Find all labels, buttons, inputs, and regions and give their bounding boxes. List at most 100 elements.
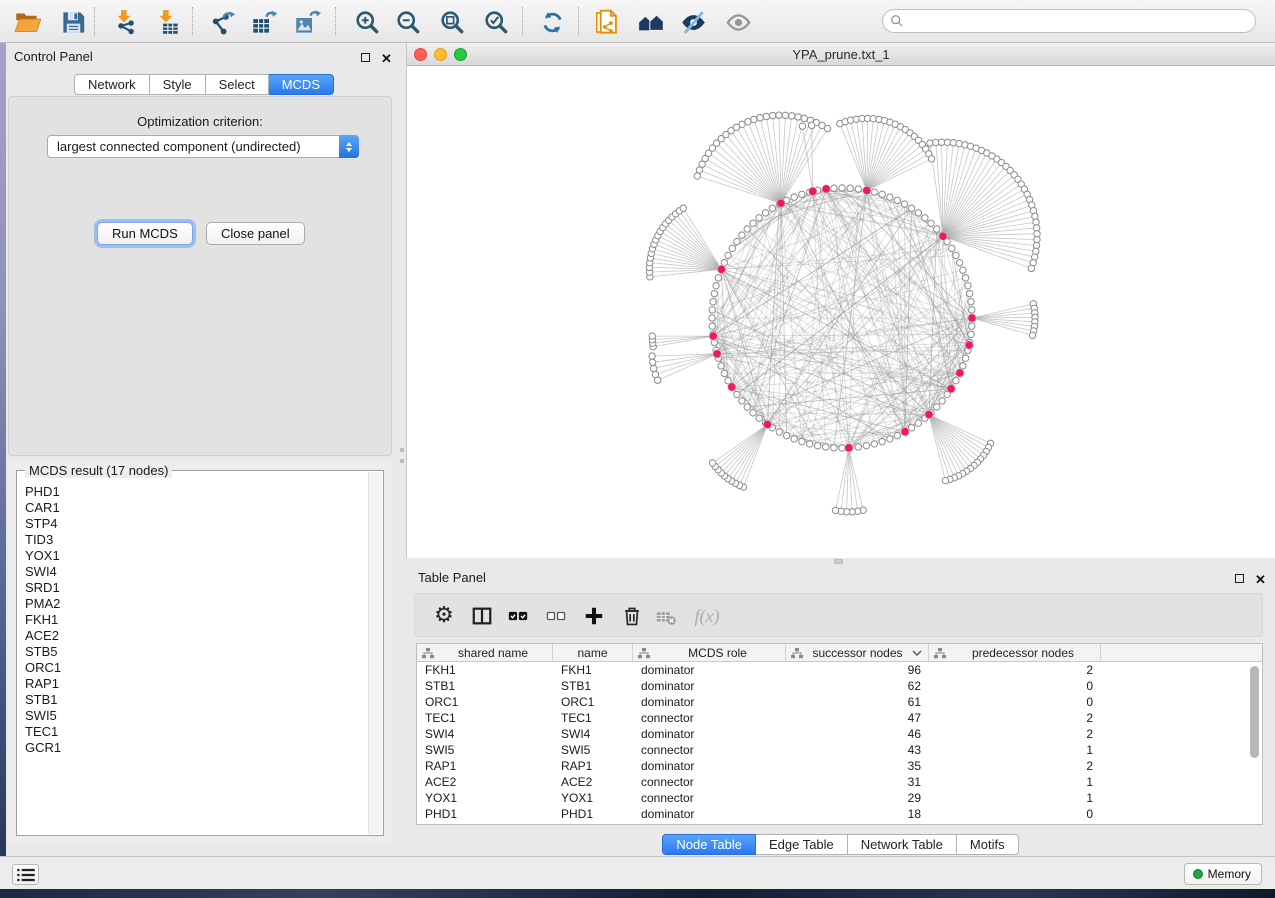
- column-header-mcds-role[interactable]: MCDS role: [633, 644, 786, 662]
- select-all-button[interactable]: [503, 602, 533, 630]
- graph-hub-node[interactable]: [901, 428, 909, 436]
- graph-node[interactable]: [942, 477, 948, 483]
- function-builder-button[interactable]: f(x): [687, 602, 727, 630]
- close-table-panel-button[interactable]: ✕: [1255, 572, 1266, 587]
- graph-node[interactable]: [713, 282, 719, 288]
- close-panel-action-button[interactable]: Close panel: [206, 222, 305, 245]
- split-columns-button[interactable]: [467, 602, 497, 630]
- graph-node[interactable]: [799, 191, 805, 197]
- graph-hub-node[interactable]: [965, 341, 973, 349]
- graph-node[interactable]: [756, 215, 762, 221]
- graph-node[interactable]: [769, 205, 775, 211]
- graph-node[interactable]: [795, 114, 801, 120]
- horizontal-splitter[interactable]: [834, 559, 843, 564]
- graph-node[interactable]: [953, 377, 959, 383]
- table-settings-button[interactable]: ⚙: [429, 602, 459, 630]
- graph-node[interactable]: [709, 460, 715, 466]
- eye-slash-button[interactable]: [676, 5, 710, 39]
- graph-node[interactable]: [652, 371, 658, 377]
- graph-node[interactable]: [908, 205, 914, 211]
- graph-node[interactable]: [908, 425, 914, 431]
- graph-node[interactable]: [968, 299, 974, 305]
- graph-node[interactable]: [879, 191, 885, 197]
- table-row[interactable]: TEC1TEC1connector472: [417, 710, 1262, 726]
- graph-node[interactable]: [799, 123, 805, 129]
- graph-node[interactable]: [915, 210, 921, 216]
- graph-node[interactable]: [744, 226, 750, 232]
- mcds-result-item[interactable]: SWI5: [25, 708, 368, 724]
- graph-node[interactable]: [734, 238, 740, 244]
- graph-node[interactable]: [799, 438, 805, 444]
- graph-node[interactable]: [887, 194, 893, 200]
- graph-hub-node[interactable]: [939, 232, 947, 240]
- graph-node[interactable]: [725, 252, 731, 258]
- graph-node[interactable]: [956, 259, 962, 265]
- graph-node[interactable]: [879, 438, 885, 444]
- table-row[interactable]: RAP1RAP1dominator352: [417, 758, 1262, 774]
- graph-hub-node[interactable]: [845, 444, 853, 452]
- mcds-result-item[interactable]: YOX1: [25, 548, 368, 564]
- mcds-result-item[interactable]: RAP1: [25, 676, 368, 692]
- graph-node[interactable]: [739, 398, 745, 404]
- graph-node[interactable]: [839, 185, 845, 191]
- graph-node[interactable]: [960, 267, 966, 273]
- graph-node[interactable]: [915, 420, 921, 426]
- graph-hub-node[interactable]: [809, 187, 817, 195]
- graph-hub-node[interactable]: [717, 265, 725, 273]
- mcds-result-item[interactable]: ORC1: [25, 660, 368, 676]
- float-panel-button[interactable]: [361, 50, 370, 65]
- graph-node[interactable]: [709, 307, 715, 313]
- graph-node[interactable]: [649, 353, 655, 359]
- close-panel-button[interactable]: ✕: [381, 51, 392, 66]
- graph-hub-node[interactable]: [968, 314, 976, 322]
- network-graph[interactable]: [407, 66, 1275, 558]
- graph-node[interactable]: [863, 442, 869, 448]
- table-tab-motifs[interactable]: Motifs: [957, 834, 1019, 855]
- graph-node[interactable]: [806, 441, 812, 447]
- eye-button[interactable]: [721, 5, 755, 39]
- graph-node[interactable]: [855, 444, 861, 450]
- search-input[interactable]: [904, 11, 1255, 31]
- graph-node[interactable]: [739, 232, 745, 238]
- table-tab-edge-table[interactable]: Edge Table: [756, 834, 848, 855]
- share-document-button[interactable]: [590, 5, 624, 39]
- zoom-selected-button[interactable]: [479, 5, 513, 39]
- table-row[interactable]: PHD1PHD1dominator180: [417, 806, 1262, 822]
- graph-node[interactable]: [757, 115, 763, 121]
- table-row[interactable]: SWI5SWI5connector431: [417, 742, 1262, 758]
- graph-node[interactable]: [894, 432, 900, 438]
- zoom-fit-button[interactable]: [435, 5, 469, 39]
- tab-mcds[interactable]: MCDS: [269, 74, 334, 95]
- run-mcds-button[interactable]: Run MCDS: [97, 222, 193, 245]
- graph-hub-node[interactable]: [822, 185, 830, 193]
- graph-node[interactable]: [721, 370, 727, 376]
- export-network-button[interactable]: [205, 5, 239, 39]
- graph-node[interactable]: [855, 186, 861, 192]
- mcds-result-item[interactable]: CAR1: [25, 500, 368, 516]
- graph-node[interactable]: [824, 125, 830, 131]
- mcds-list-scrollbar[interactable]: [368, 472, 382, 834]
- graph-node[interactable]: [949, 245, 955, 251]
- network-window-titlebar[interactable]: YPA_prune.txt_1: [407, 43, 1275, 66]
- import-table-button[interactable]: [150, 5, 184, 39]
- table-tab-node-table[interactable]: Node Table: [662, 834, 756, 855]
- graph-node[interactable]: [962, 275, 968, 281]
- zoom-in-button[interactable]: [350, 5, 384, 39]
- graph-node[interactable]: [776, 112, 782, 118]
- graph-hub-node[interactable]: [713, 350, 721, 358]
- graph-node[interactable]: [960, 363, 966, 369]
- tab-network[interactable]: Network: [74, 74, 150, 95]
- mcds-result-item[interactable]: SWI4: [25, 564, 368, 580]
- table-row[interactable]: SWI4SWI4dominator462: [417, 726, 1262, 742]
- graph-node[interactable]: [801, 115, 807, 121]
- graph-hub-node[interactable]: [947, 385, 955, 393]
- float-table-panel-button[interactable]: [1235, 571, 1244, 586]
- graph-node[interactable]: [750, 220, 756, 226]
- graph-node[interactable]: [711, 290, 717, 296]
- graph-node[interactable]: [729, 245, 735, 251]
- graph-node[interactable]: [649, 333, 655, 339]
- graph-node[interactable]: [831, 185, 837, 191]
- delete-table-button[interactable]: [651, 602, 681, 630]
- zoom-out-button[interactable]: [391, 5, 425, 39]
- graph-node[interactable]: [783, 432, 789, 438]
